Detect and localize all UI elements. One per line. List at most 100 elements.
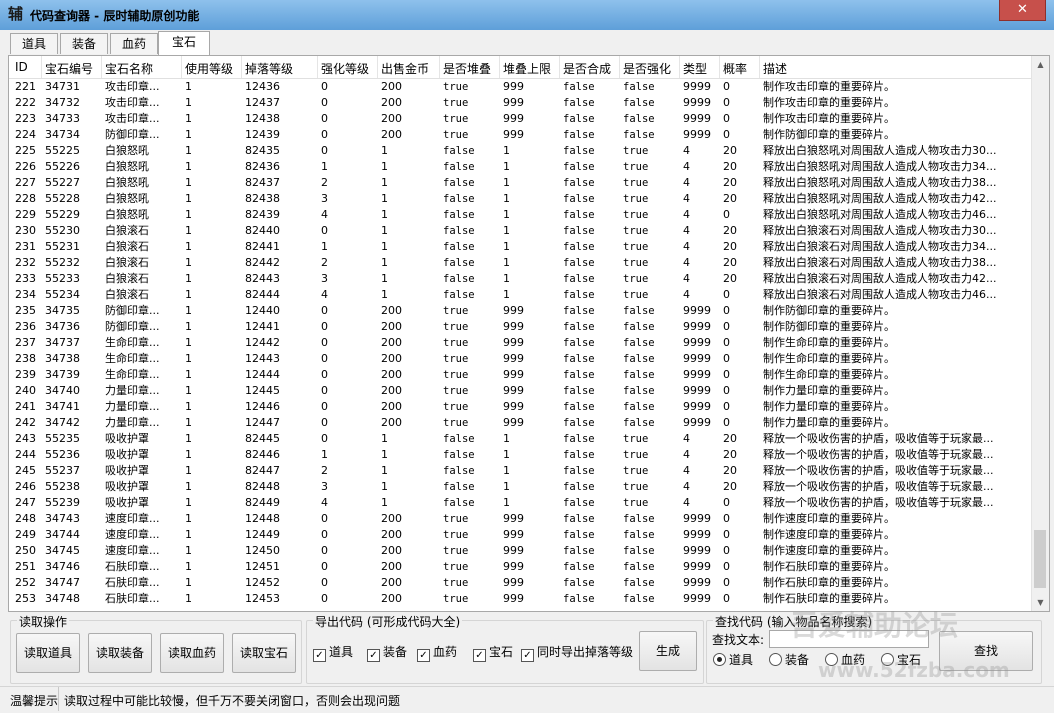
table-row[interactable]: 228 55228 白狼怒吼 1 82438 3 1 false 1 false true 4 20 释放… (9, 191, 1031, 207)
read-items-button[interactable]: 读取道具 (16, 633, 80, 673)
table-cell: 9999 (683, 112, 711, 125)
scroll-down-icon[interactable]: ▼ (1032, 594, 1049, 611)
column-header[interactable]: 描述 (763, 60, 787, 77)
table-cell: 白狼怒吼 (105, 160, 149, 173)
table-cell: 0 (321, 432, 328, 445)
table-cell: 1 (185, 112, 192, 125)
table-cell: false (623, 321, 655, 333)
tab-gems[interactable]: 宝石 (158, 31, 210, 55)
table-cell: 1 (321, 160, 328, 173)
table-cell: 释放出白狼怒吼对周围敌人造成人物攻击力42... (763, 192, 997, 205)
column-header[interactable]: 宝石编号 (45, 60, 93, 77)
table-row[interactable]: 240 34740 力量印章... 1 12445 0 200 true 999 false fal… (9, 383, 1031, 399)
table-row[interactable]: 233 55233 白狼滚石 1 82443 3 1 false 1 false true 4 20 释放… (9, 271, 1031, 287)
column-separator (439, 56, 440, 78)
table-row[interactable]: 232 55232 白狼滚石 1 82442 2 1 false 1 false true 4 20 释放… (9, 255, 1031, 271)
tab-equipment[interactable]: 装备 (60, 33, 108, 54)
table-row[interactable]: 245 55237 吸收护罩 1 82447 2 1 false 1 false true 4 20 释放… (9, 463, 1031, 479)
column-header[interactable]: 出售金币 (381, 60, 429, 77)
table-cell: 34745 (45, 544, 80, 557)
table-cell: 0 (321, 592, 328, 605)
table-cell: 82446 (245, 448, 280, 461)
table-row[interactable]: 222 34732 攻击印章... 1 12437 0 200 true 999 false fal… (9, 95, 1031, 111)
table-row[interactable]: 251 34746 石肤印章... 1 12451 0 200 true 999 false fal… (9, 559, 1031, 575)
column-header[interactable]: 是否合成 (563, 60, 611, 77)
table-cell: 4 (683, 256, 690, 269)
column-header[interactable]: 类型 (683, 60, 707, 77)
table-row[interactable]: 225 55225 白狼怒吼 1 82435 0 1 false 1 false true 4 20 释放… (9, 143, 1031, 159)
table-row[interactable]: 252 34747 石肤印章... 1 12452 0 200 true 999 false fal… (9, 575, 1031, 591)
table-row[interactable]: 227 55227 白狼怒吼 1 82437 2 1 false 1 false true 4 20 释放… (9, 175, 1031, 191)
table-row[interactable]: 221 34731 攻击印章... 1 12436 0 200 true 999 false fal… (9, 79, 1031, 95)
column-header[interactable]: 是否堆叠 (443, 60, 491, 77)
table-cell: true (623, 465, 649, 477)
column-header[interactable]: 堆叠上限 (503, 60, 551, 77)
table-cell: 241 (15, 400, 36, 413)
table-cell: 0 (723, 320, 730, 333)
export-items-checkbox[interactable]: ✓ 道具 (313, 643, 353, 662)
column-header[interactable]: 使用等级 (185, 60, 233, 77)
read-equipment-button[interactable]: 读取装备 (88, 633, 152, 673)
table-row[interactable]: 247 55239 吸收护罩 1 82449 4 1 false 1 false true 4 0 释放一… (9, 495, 1031, 511)
tab-items[interactable]: 道具 (10, 33, 58, 54)
export-potions-checkbox[interactable]: ✓ 血药 (417, 643, 457, 662)
export-gems-checkbox[interactable]: ✓ 宝石 (473, 643, 513, 662)
table-row[interactable]: 243 55235 吸收护罩 1 82445 0 1 false 1 false true 4 20 释放… (9, 431, 1031, 447)
table-row[interactable]: 248 34743 速度印章... 1 12448 0 200 true 999 false fal… (9, 511, 1031, 527)
export-equipment-checkbox[interactable]: ✓ 装备 (367, 643, 407, 662)
table-row[interactable]: 236 34736 防御印章... 1 12441 0 200 true 999 false fal… (9, 319, 1031, 335)
table-cell: 1 (185, 336, 192, 349)
table-row[interactable]: 244 55236 吸收护罩 1 82446 1 1 false 1 false true 4 20 释放… (9, 447, 1031, 463)
column-header[interactable]: 是否强化 (623, 60, 671, 77)
table-row[interactable]: 229 55229 白狼怒吼 1 82439 4 1 false 1 false true 4 0 释放出… (9, 207, 1031, 223)
read-gems-button[interactable]: 读取宝石 (232, 633, 296, 673)
scroll-up-icon[interactable]: ▲ (1032, 56, 1049, 73)
vertical-scrollbar[interactable]: ▲ ▼ (1031, 56, 1049, 611)
table-cell: 生命印章... (105, 352, 160, 365)
table-row[interactable]: 224 34734 防御印章... 1 12439 0 200 true 999 false fal… (9, 127, 1031, 143)
search-equipment-radio[interactable]: 装备 (769, 651, 809, 668)
table-row[interactable]: 237 34737 生命印章... 1 12442 0 200 true 999 false fal… (9, 335, 1031, 351)
table-row[interactable]: 249 34744 速度印章... 1 12449 0 200 true 999 false fal… (9, 527, 1031, 543)
table-cell: 2 (321, 176, 328, 189)
table-row[interactable]: 241 34741 力量印章... 1 12446 0 200 true 999 false fal… (9, 399, 1031, 415)
table-row[interactable]: 223 34733 攻击印章... 1 12438 0 200 true 999 false fal… (9, 111, 1031, 127)
table-cell: 1 (185, 96, 192, 109)
table-row[interactable]: 235 34735 防御印章... 1 12440 0 200 true 999 false fal… (9, 303, 1031, 319)
table-row[interactable]: 231 55231 白狼滚石 1 82441 1 1 false 1 false true 4 20 释放… (9, 239, 1031, 255)
column-separator (101, 56, 102, 78)
table-header: ID 宝石编号 宝石名称 使用等级 掉落等级 强化等级 出售金币 是否堆叠 堆叠上限 是否合成 是否… (9, 56, 1031, 79)
generate-button[interactable]: 生成 (639, 631, 697, 671)
table-cell: 1 (185, 160, 192, 173)
table-row[interactable]: 242 34742 力量印章... 1 12447 0 200 true 999 false fal… (9, 415, 1031, 431)
table-cell: 1 (381, 448, 388, 461)
table-row[interactable]: 226 55226 白狼怒吼 1 82436 1 1 false 1 false true 4 20 释放… (9, 159, 1031, 175)
column-header[interactable]: 掉落等级 (245, 60, 293, 77)
column-header[interactable]: 概率 (723, 60, 747, 77)
table-cell: 200 (381, 512, 402, 525)
table-cell: 1 (381, 208, 388, 221)
tab-potions[interactable]: 血药 (110, 33, 158, 54)
table-cell: false (563, 369, 595, 381)
export-drop-level-checkbox[interactable]: ✓ 同时导出掉落等级 (521, 643, 633, 662)
table-cell: 999 (503, 304, 524, 317)
column-header[interactable]: ID (15, 60, 28, 74)
search-items-radio[interactable]: 道具 (713, 651, 753, 668)
table-cell: 石肤印章... (105, 576, 160, 589)
column-header[interactable]: 强化等级 (321, 60, 369, 77)
table-cell: 55232 (45, 256, 80, 269)
table-row[interactable]: 239 34739 生命印章... 1 12444 0 200 true 999 false fal… (9, 367, 1031, 383)
table-row[interactable]: 234 55234 白狼滚石 1 82444 4 1 false 1 false true 4 0 释放出… (9, 287, 1031, 303)
table-row[interactable]: 250 34745 速度印章... 1 12450 0 200 true 999 false fal… (9, 543, 1031, 559)
table-cell: 4 (321, 208, 328, 221)
table-row[interactable]: 230 55230 白狼滚石 1 82440 0 1 false 1 false true 4 20 释放… (9, 223, 1031, 239)
close-button[interactable]: ✕ (999, 0, 1046, 21)
table-row[interactable]: 246 55238 吸收护罩 1 82448 3 1 false 1 false true 4 20 释放… (9, 479, 1031, 495)
gem-table[interactable]: ID 宝石编号 宝石名称 使用等级 掉落等级 强化等级 出售金币 是否堆叠 堆叠上限 是否合成 是否… (8, 55, 1050, 612)
table-cell: 999 (503, 528, 524, 541)
read-potions-button[interactable]: 读取血药 (160, 633, 224, 673)
column-header[interactable]: 宝石名称 (105, 60, 153, 77)
scrollbar-thumb[interactable] (1034, 530, 1046, 588)
table-row[interactable]: 238 34738 生命印章... 1 12443 0 200 true 999 false fal… (9, 351, 1031, 367)
table-cell: 0 (321, 544, 328, 557)
